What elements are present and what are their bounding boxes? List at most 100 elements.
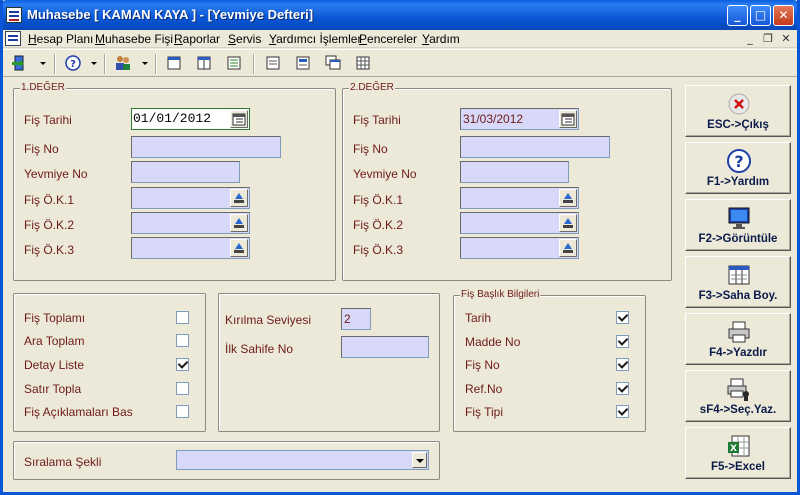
toolbar-separator <box>54 54 56 74</box>
menu-pencereler[interactable]: Pencereler <box>359 32 417 46</box>
window-icon[interactable] <box>164 54 184 72</box>
toolbar: ? <box>0 49 800 77</box>
view-button[interactable]: F2->Görüntüle <box>685 199 791 251</box>
header-tarih-label: Tarih <box>465 311 492 325</box>
option-satir-topla-checkbox[interactable] <box>176 382 189 395</box>
option-fis-toplami-checkbox[interactable] <box>176 311 189 324</box>
option-detay-liste-label: Detay Liste <box>24 358 85 372</box>
app-icon[interactable] <box>6 7 22 23</box>
header-info-legend: Fiş Başlık Bilgileri <box>460 289 541 300</box>
option-satir-topla-label: Satır Topla <box>24 382 82 396</box>
help-icon[interactable]: ? <box>63 54 83 72</box>
lookup-icon[interactable] <box>230 189 248 207</box>
header-madde-no-label: Madde No <box>465 335 521 349</box>
list-view-icon[interactable] <box>224 54 244 72</box>
field-size-icon <box>728 265 750 285</box>
mdi-minimize-button[interactable]: _ <box>742 31 758 46</box>
header-fis-tipi-checkbox[interactable] <box>616 405 629 418</box>
option-ara-toplam-label: Ara Toplam <box>24 334 85 348</box>
group1-fis-ok2-label: Fiş Ö.K.2 <box>24 218 75 232</box>
group2-yevmiye-no-input[interactable] <box>460 161 569 183</box>
group1-fis-ok2-input[interactable] <box>131 212 250 234</box>
group2-fis-ok2-input[interactable] <box>460 212 579 234</box>
lookup-icon[interactable] <box>559 214 577 232</box>
toolbar-separator <box>155 54 157 74</box>
users-icon[interactable] <box>113 54 133 72</box>
group1-yevmiye-no-input[interactable] <box>131 161 240 183</box>
menu-hesap-plani[interactable]: Hesap Planı <box>28 32 93 46</box>
group1-fis-no-input[interactable] <box>131 136 281 158</box>
siralama-sekli-select[interactable] <box>176 450 429 470</box>
kirilma-seviyesi-input[interactable]: 2 <box>341 308 371 330</box>
ilk-sahife-no-input[interactable] <box>341 336 429 358</box>
option-fis-aciklamalari-label: Fiş Açıklamaları Bas <box>24 405 133 419</box>
mdi-restore-button[interactable]: ❐ <box>760 31 776 46</box>
help-button[interactable]: ? F1->Yardım <box>685 142 791 194</box>
group1-fis-ok1-input[interactable] <box>131 187 250 209</box>
exit-x-icon <box>728 93 750 115</box>
option-detay-liste-checkbox[interactable] <box>176 358 189 371</box>
select-print-button-label: sF4->Seç.Yaz. <box>699 404 777 416</box>
grid-icon[interactable] <box>353 54 373 72</box>
option-fis-aciklamalari-checkbox[interactable] <box>176 405 189 418</box>
menu-servis[interactable]: Servis <box>228 32 261 46</box>
toolbar-separator <box>104 54 106 74</box>
window-split-icon[interactable] <box>194 54 214 72</box>
exit-dropdown-icon[interactable] <box>40 62 46 65</box>
group1-fis-tarihi-input[interactable]: 01/01/2012 <box>131 108 250 130</box>
header-fis-no-label: Fiş No <box>465 358 500 372</box>
option-ara-toplam-checkbox[interactable] <box>176 334 189 347</box>
maximize-button[interactable]: □ <box>750 5 771 26</box>
title-bar[interactable]: Muhasebe [ KAMAN KAYA ] - [Yevmiye Defte… <box>0 0 800 30</box>
help-dropdown-icon[interactable] <box>91 62 97 65</box>
menu-yardimci-islemler[interactable]: Yardımcı İşlemler <box>269 32 361 46</box>
header-ref-no-label: Ref.No <box>465 382 503 396</box>
header-madde-no-checkbox[interactable] <box>616 335 629 348</box>
group2-yevmiye-no-label: Yevmiye No <box>353 167 417 181</box>
group1-fis-ok3-input[interactable] <box>131 237 250 259</box>
kirilma-seviyesi-value: 2 <box>344 312 351 326</box>
chevron-down-icon[interactable] <box>412 452 427 468</box>
excel-button[interactable]: X F5->Excel <box>685 427 791 479</box>
group2-fis-no-input[interactable] <box>460 136 610 158</box>
exit-door-icon[interactable] <box>10 54 30 72</box>
monitor-icon <box>728 207 750 229</box>
header-ref-no-checkbox[interactable] <box>616 382 629 395</box>
lookup-icon[interactable] <box>559 189 577 207</box>
mdi-close-button[interactable]: ✕ <box>778 31 794 46</box>
calendar-icon[interactable] <box>230 110 248 128</box>
group2-legend: 2.DEĞER <box>349 82 395 93</box>
exit-button[interactable]: ESC->Çıkış <box>685 85 791 137</box>
calendar-icon[interactable] <box>559 110 577 128</box>
menu-yardim[interactable]: Yardım <box>422 32 460 46</box>
menu-muhasebe-fisi[interactable]: Muhasebe Fişi <box>95 32 173 46</box>
lookup-icon[interactable] <box>230 239 248 257</box>
group2-fis-tarihi-label: Fiş Tarihi <box>353 113 401 127</box>
select-print-button[interactable]: sF4->Seç.Yaz. <box>685 370 791 422</box>
group2-fis-tarihi-input[interactable]: 31/03/2012 <box>460 108 579 130</box>
excel-button-label: F5->Excel <box>710 461 766 473</box>
menu-raporlar[interactable]: Raporlar <box>174 32 220 46</box>
group1-fis-ok1-label: Fiş Ö.K.1 <box>24 193 75 207</box>
field-size-button[interactable]: F3->Saha Boy. <box>685 256 791 308</box>
users-dropdown-icon[interactable] <box>142 62 148 65</box>
print-button[interactable]: F4->Yazdır <box>685 313 791 365</box>
document-icon[interactable] <box>5 31 21 46</box>
form-icon[interactable] <box>263 54 283 72</box>
group2-fis-ok3-input[interactable] <box>460 237 579 259</box>
lookup-icon[interactable] <box>230 214 248 232</box>
lookup-icon[interactable] <box>559 239 577 257</box>
cascade-icon[interactable] <box>323 54 343 72</box>
kirilma-seviyesi-label: Kırılma Seviyesi <box>225 313 312 327</box>
minimize-button[interactable]: _ <box>727 5 748 26</box>
group2-fis-ok3-label: Fiş Ö.K.3 <box>353 243 404 257</box>
close-button[interactable]: ✕ <box>773 5 794 26</box>
help-button-label: F1->Yardım <box>706 176 770 188</box>
group1-fis-no-label: Fiş No <box>24 142 59 156</box>
header-tarih-checkbox[interactable] <box>616 311 629 324</box>
group2-fis-ok1-input[interactable] <box>460 187 579 209</box>
toolbar-separator <box>253 54 255 74</box>
report-icon[interactable] <box>293 54 313 72</box>
svg-text:?: ? <box>70 59 76 70</box>
header-fis-no-checkbox[interactable] <box>616 358 629 371</box>
